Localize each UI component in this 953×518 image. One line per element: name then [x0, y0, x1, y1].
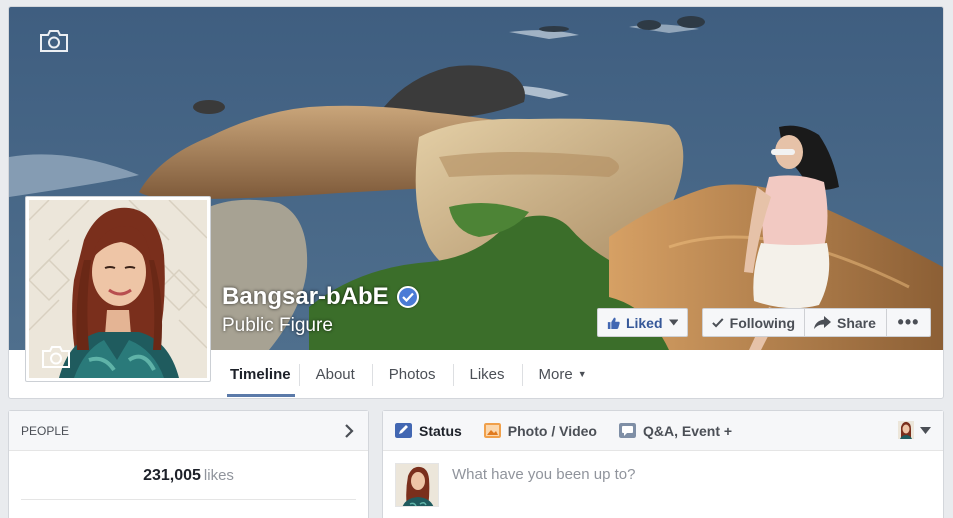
divider — [21, 499, 356, 500]
likes-summary: 231,005 likes — [9, 467, 368, 485]
composer-tab-label: Photo / Video — [507, 422, 597, 439]
likes-count: 231,005 — [143, 467, 201, 484]
tab-about[interactable]: About — [298, 350, 372, 398]
tab-label: Likes — [469, 365, 505, 383]
liked-label: Liked — [625, 314, 663, 331]
composer-tab-photo-video[interactable]: Photo / Video — [483, 422, 597, 439]
thumbs-up-icon — [607, 317, 620, 329]
people-heading: PEOPLE — [21, 423, 70, 438]
caret-down-icon: ▼ — [577, 369, 587, 379]
composer-tab-status[interactable]: Status — [395, 423, 462, 439]
tab-label: Timeline — [230, 365, 291, 383]
tab-label: Photos — [388, 365, 436, 383]
profile-photo-image — [29, 200, 207, 378]
page-identity: Bangsar-bAbE Public Figure — [222, 283, 419, 337]
avatar — [898, 421, 914, 439]
avatar — [395, 463, 439, 507]
pencil-icon — [395, 423, 412, 438]
following-button[interactable]: Following — [702, 308, 805, 337]
share-button[interactable]: Share — [804, 308, 887, 337]
composer-body — [383, 451, 943, 518]
page-nav-tabs: Timeline About Photos Likes More ▼ — [224, 350, 604, 398]
status-input[interactable] — [452, 466, 912, 483]
tab-likes[interactable]: Likes — [452, 350, 522, 398]
cover-camera-icon[interactable] — [39, 29, 69, 53]
following-label: Following — [729, 314, 795, 331]
chevron-down-icon — [920, 426, 931, 434]
page-category: Public Figure — [222, 315, 333, 336]
people-header[interactable]: PEOPLE — [9, 411, 368, 451]
more-options-button[interactable]: ••• — [886, 308, 931, 337]
more-options-icon: ••• — [897, 312, 920, 332]
page-name[interactable]: Bangsar-bAbE — [222, 283, 389, 311]
photo-icon — [483, 423, 501, 438]
share-label: Share — [837, 314, 876, 331]
tab-label: More — [538, 365, 573, 383]
checkmark-icon — [712, 318, 724, 328]
composer-tabs: Status Photo / Video Q&A, Event + — [383, 411, 943, 451]
chevron-down-icon — [668, 319, 678, 326]
profile-camera-icon[interactable] — [41, 345, 71, 369]
likes-label: likes — [203, 467, 234, 484]
post-composer: Status Photo / Video Q&A, Event + — [382, 410, 944, 518]
chevron-right-icon[interactable] — [342, 423, 356, 438]
share-arrow-icon — [814, 316, 831, 329]
tab-timeline[interactable]: Timeline — [224, 350, 299, 398]
tab-photos[interactable]: Photos — [371, 350, 453, 398]
composer-tab-label: Q&A, Event + — [643, 422, 733, 439]
page-header-card: Bangsar-bAbE Public Figure Liked Followi… — [8, 6, 944, 399]
liked-button[interactable]: Liked — [597, 308, 688, 337]
tab-label: About — [315, 365, 355, 383]
tab-more[interactable]: More ▼ — [521, 350, 604, 398]
composer-tab-label: Status — [419, 422, 462, 439]
verified-badge-icon — [396, 286, 419, 308]
people-card: PEOPLE 231,005 likes — [8, 410, 369, 518]
post-as-selector[interactable] — [898, 421, 931, 439]
profile-picture[interactable] — [25, 196, 211, 382]
composer-tab-qa-event[interactable]: Q&A, Event + — [619, 423, 732, 439]
speech-bubble-icon — [619, 423, 636, 438]
page-title: Bangsar-bAbE — [222, 283, 419, 311]
